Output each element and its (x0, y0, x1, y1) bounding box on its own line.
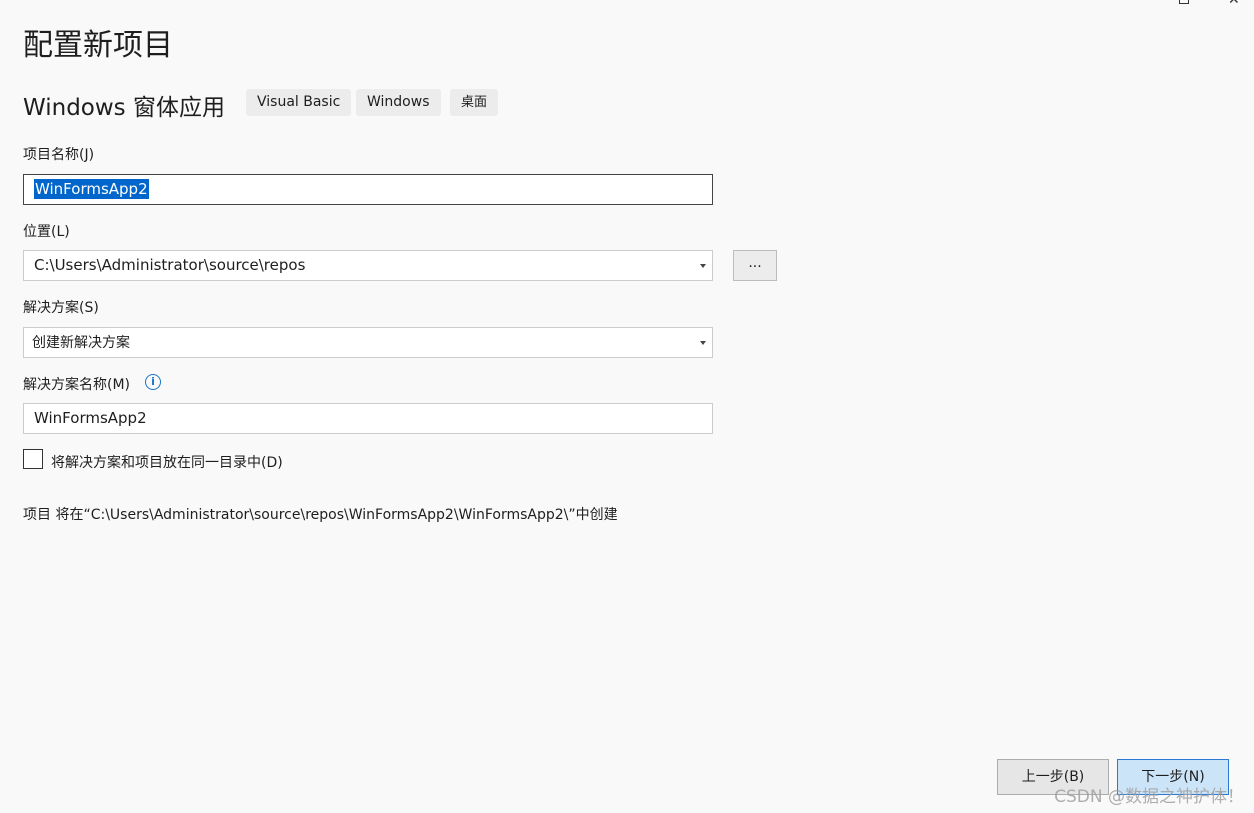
project-path-summary: 项目 将在“C:\Users\Administrator\source\repo… (23, 507, 618, 523)
browse-button[interactable]: ... (733, 250, 777, 281)
same-directory-checkbox[interactable] (23, 449, 43, 469)
project-name-input[interactable]: WinFormsApp2 (23, 174, 713, 205)
maximize-icon[interactable] (1179, 0, 1191, 6)
location-value: C:\Users\Administrator\source\repos (34, 256, 306, 274)
location-combobox[interactable]: C:\Users\Administrator\source\repos (23, 250, 713, 281)
watermark: CSDN @数据之神护体！ (1054, 787, 1244, 807)
solution-name-value: WinFormsApp2 (34, 409, 147, 427)
info-icon[interactable]: i (145, 374, 161, 390)
page-title: 配置新项目 (23, 28, 173, 63)
solution-name-input[interactable]: WinFormsApp2 (23, 403, 713, 434)
same-directory-label[interactable]: 将解决方案和项目放在同一目录中(D) (51, 452, 283, 472)
solution-value: 创建新解决方案 (32, 335, 130, 351)
location-label: 位置(L) (23, 224, 70, 240)
solution-dropdown[interactable]: 创建新解决方案 (23, 327, 713, 358)
solution-name-label: 解决方案名称(M) (23, 377, 131, 393)
template-name: Windows 窗体应用 (23, 95, 225, 121)
chevron-down-icon[interactable] (700, 341, 706, 345)
project-name-label: 项目名称(J) (23, 147, 95, 163)
tag-platform: Windows (356, 89, 441, 116)
chevron-down-icon[interactable] (700, 264, 706, 268)
tag-language: Visual Basic (246, 89, 352, 116)
project-name-value: WinFormsApp2 (34, 179, 149, 199)
close-icon[interactable]: ✕ (1228, 0, 1240, 7)
tag-project-type: 桌面 (450, 89, 499, 116)
solution-label: 解决方案(S) (23, 300, 99, 316)
